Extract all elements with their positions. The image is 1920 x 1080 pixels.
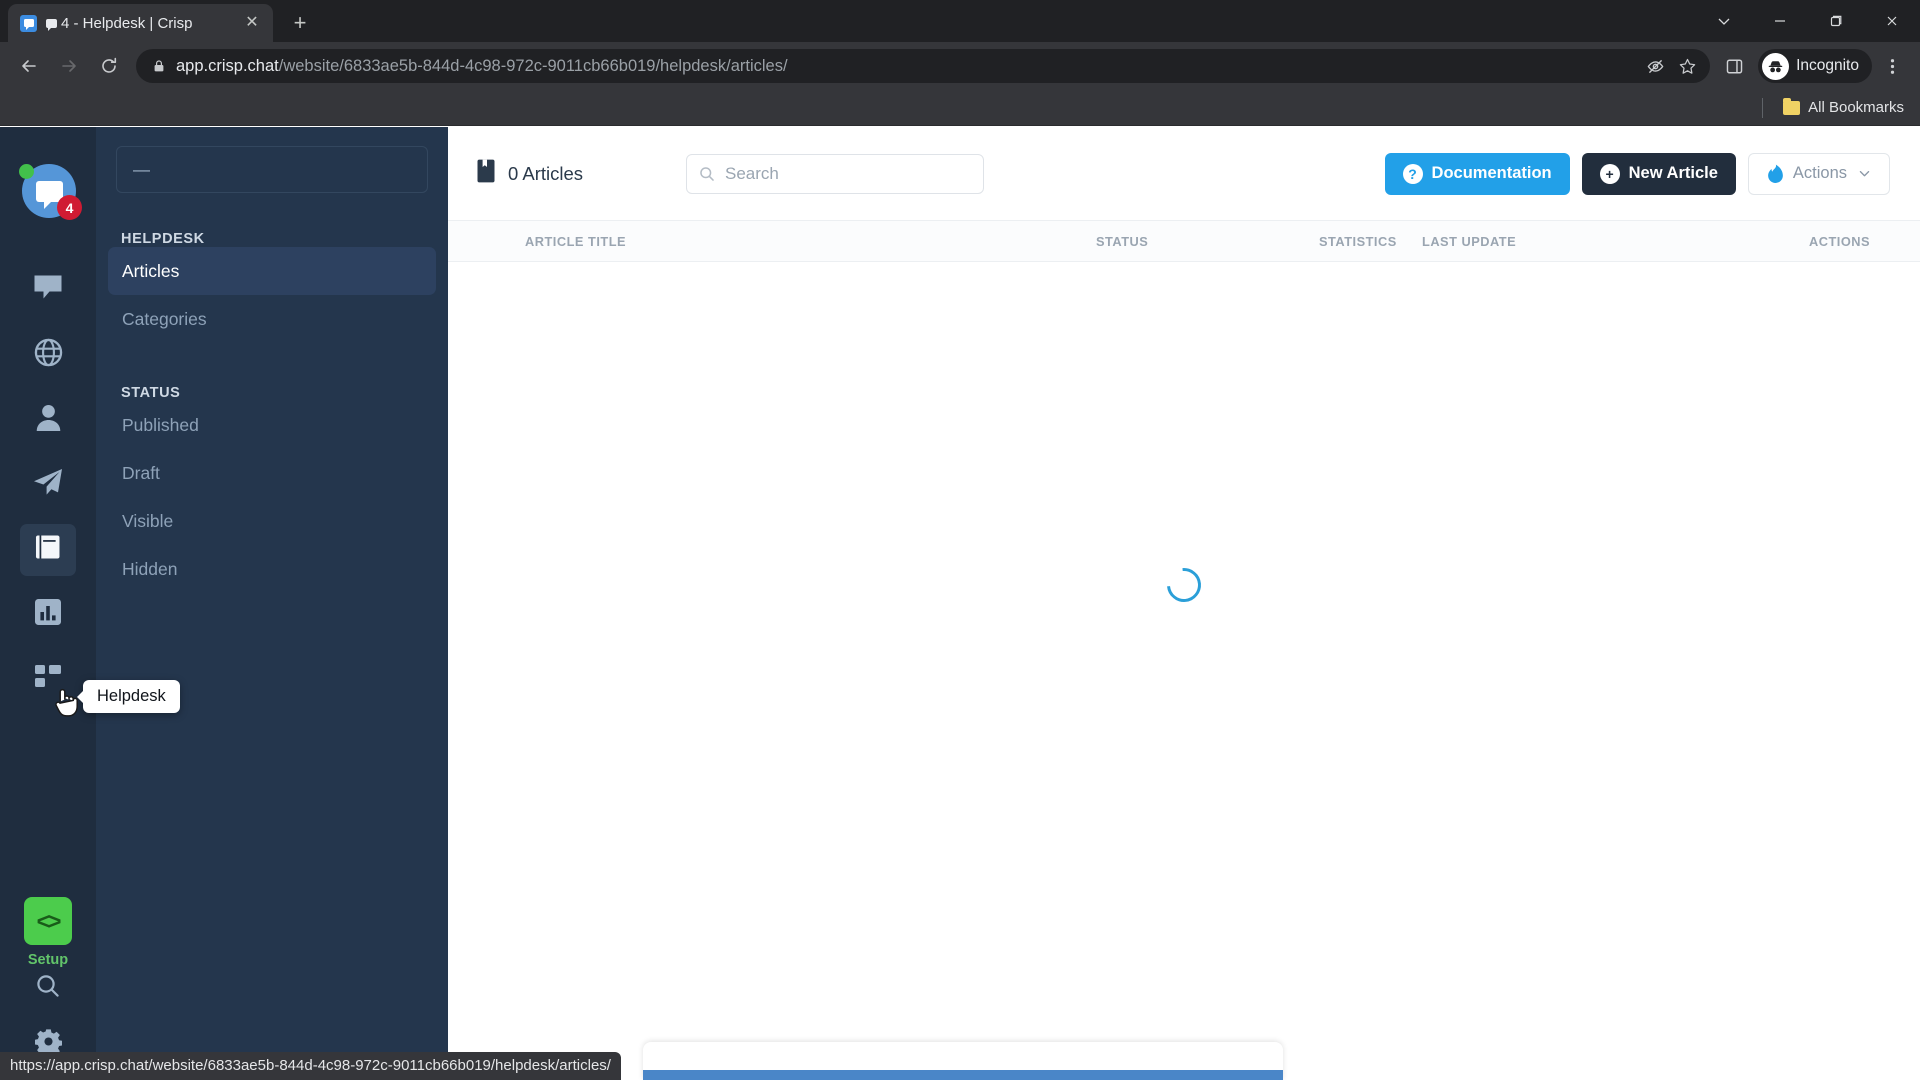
incognito-profile-button[interactable]: Incognito xyxy=(1758,49,1872,83)
bar-chart-icon xyxy=(34,598,62,631)
status-bar-url: https://app.crisp.chat/website/6833ae5b-… xyxy=(0,1052,621,1080)
folder-icon xyxy=(1783,97,1801,115)
nav-group-title-helpdesk: HELPDESK xyxy=(121,231,205,247)
eye-slash-icon[interactable] xyxy=(1640,51,1670,81)
sidebar-item-visible[interactable]: Visible xyxy=(108,497,436,545)
sidebar-item-inbox[interactable] xyxy=(0,257,96,322)
book-icon xyxy=(34,534,63,565)
forward-button[interactable] xyxy=(50,47,88,85)
maximize-restore-button[interactable] xyxy=(1808,0,1864,42)
setup-button[interactable]: <> Setup xyxy=(0,897,96,968)
paper-plane-icon xyxy=(33,468,63,501)
divider xyxy=(1762,97,1764,118)
sidebar-item-label: Draft xyxy=(122,462,160,483)
sidebar-item-articles[interactable]: Articles xyxy=(108,247,436,295)
three-dots-menu-icon[interactable] xyxy=(1874,48,1910,84)
unread-count-badge: 4 xyxy=(57,195,82,220)
window-controls xyxy=(1696,0,1920,42)
sidebar-item-draft[interactable]: Draft xyxy=(108,449,436,497)
all-bookmarks-button[interactable]: All Bookmarks xyxy=(1775,95,1912,120)
address-bar-url: app.crisp.chat/website/6833ae5b-844d-4c9… xyxy=(176,57,1630,76)
sidebar-item-label: Articles xyxy=(122,260,180,281)
sidebar-item-categories[interactable]: Categories xyxy=(108,295,436,343)
chat-widget-preview[interactable] xyxy=(643,1042,1283,1080)
url-path: /website/6833ae5b-844d-4c98-972c-9011cb6… xyxy=(278,56,788,75)
chevron-down-icon[interactable] xyxy=(1696,0,1752,42)
grid-apps-icon xyxy=(34,664,62,695)
globe-icon xyxy=(34,338,63,372)
main-content: 0 Articles Search ? Documentation + New … xyxy=(448,127,1920,1080)
sidebar-item-hidden[interactable]: Hidden xyxy=(108,545,436,593)
star-icon[interactable] xyxy=(1672,51,1702,81)
sidebar-item-label: Visible xyxy=(122,510,174,531)
tab-title: 4 - Helpdesk | Crisp xyxy=(46,15,232,32)
chat-bubble-icon xyxy=(46,18,57,31)
site-lock-icon xyxy=(152,59,166,73)
sidebar-item-contacts[interactable] xyxy=(0,387,96,452)
incognito-label: Incognito xyxy=(1796,57,1859,74)
widget-accent-bar xyxy=(643,1070,1283,1080)
tab-strip: 4 - Helpdesk | Crisp ✕ + xyxy=(0,0,1920,42)
chat-bubble-icon xyxy=(33,273,63,306)
setup-label: Setup xyxy=(27,952,69,968)
new-tab-button[interactable]: + xyxy=(283,6,317,40)
loading-spinner xyxy=(1160,561,1208,609)
online-status-dot xyxy=(19,164,34,179)
nav-group-title-status: STATUS xyxy=(121,385,181,401)
sidebar-item-label: Hidden xyxy=(122,558,178,579)
tab-title-text: 4 - Helpdesk | Crisp xyxy=(61,14,193,32)
sidebar-item-analytics[interactable] xyxy=(0,582,96,647)
articles-table-body xyxy=(448,170,1920,1000)
website-selector-value: — xyxy=(133,159,150,179)
bookmarks-bar: All Bookmarks xyxy=(0,90,1920,126)
minimize-button[interactable] xyxy=(1752,0,1808,42)
side-panel-icon[interactable] xyxy=(1716,48,1752,84)
website-selector[interactable]: — xyxy=(116,146,428,193)
toolbar-right-icons: Incognito xyxy=(1716,48,1910,84)
address-bar[interactable]: app.crisp.chat/website/6833ae5b-844d-4c9… xyxy=(136,49,1711,83)
browser-tab[interactable]: 4 - Helpdesk | Crisp ✕ xyxy=(8,4,273,42)
reload-button[interactable] xyxy=(90,47,128,85)
all-bookmarks-label: All Bookmarks xyxy=(1808,99,1904,116)
browser-window: 4 - Helpdesk | Crisp ✕ + app.crisp.chat/… xyxy=(0,0,1920,1080)
tooltip-helpdesk: Helpdesk xyxy=(83,680,180,713)
code-brackets-icon: <> xyxy=(24,897,72,945)
sidebar-item-label: Categories xyxy=(122,308,207,329)
url-host: app.crisp.chat xyxy=(176,56,279,75)
search-icon[interactable] xyxy=(35,973,61,1004)
crisp-chat-favicon xyxy=(20,14,37,32)
rail-items xyxy=(0,257,96,712)
sidebar-item-helpdesk[interactable] xyxy=(0,517,96,582)
sidebar-item-published[interactable]: Published xyxy=(108,401,436,449)
sidebar-item-campaigns[interactable] xyxy=(0,452,96,517)
page-viewport: 4 <> Setup — HELPDESK Articles Categorie… xyxy=(0,127,1920,1080)
sidebar-item-visitors[interactable] xyxy=(0,322,96,387)
close-window-button[interactable] xyxy=(1864,0,1920,42)
helpdesk-nav-panel: — HELPDESK Articles Categories STATUS Pu… xyxy=(96,127,448,1080)
avatar[interactable]: 4 xyxy=(19,164,82,220)
rail-bottom-icons xyxy=(0,973,96,1060)
address-bar-icons xyxy=(1640,51,1702,81)
close-icon[interactable]: ✕ xyxy=(241,12,263,34)
person-icon xyxy=(35,403,62,437)
sidebar-item-label: Published xyxy=(122,414,199,435)
incognito-icon xyxy=(1762,52,1790,80)
crisp-icon-rail: 4 <> Setup xyxy=(0,127,96,1080)
back-button[interactable] xyxy=(10,47,48,85)
browser-toolbar: app.crisp.chat/website/6833ae5b-844d-4c9… xyxy=(0,42,1920,90)
